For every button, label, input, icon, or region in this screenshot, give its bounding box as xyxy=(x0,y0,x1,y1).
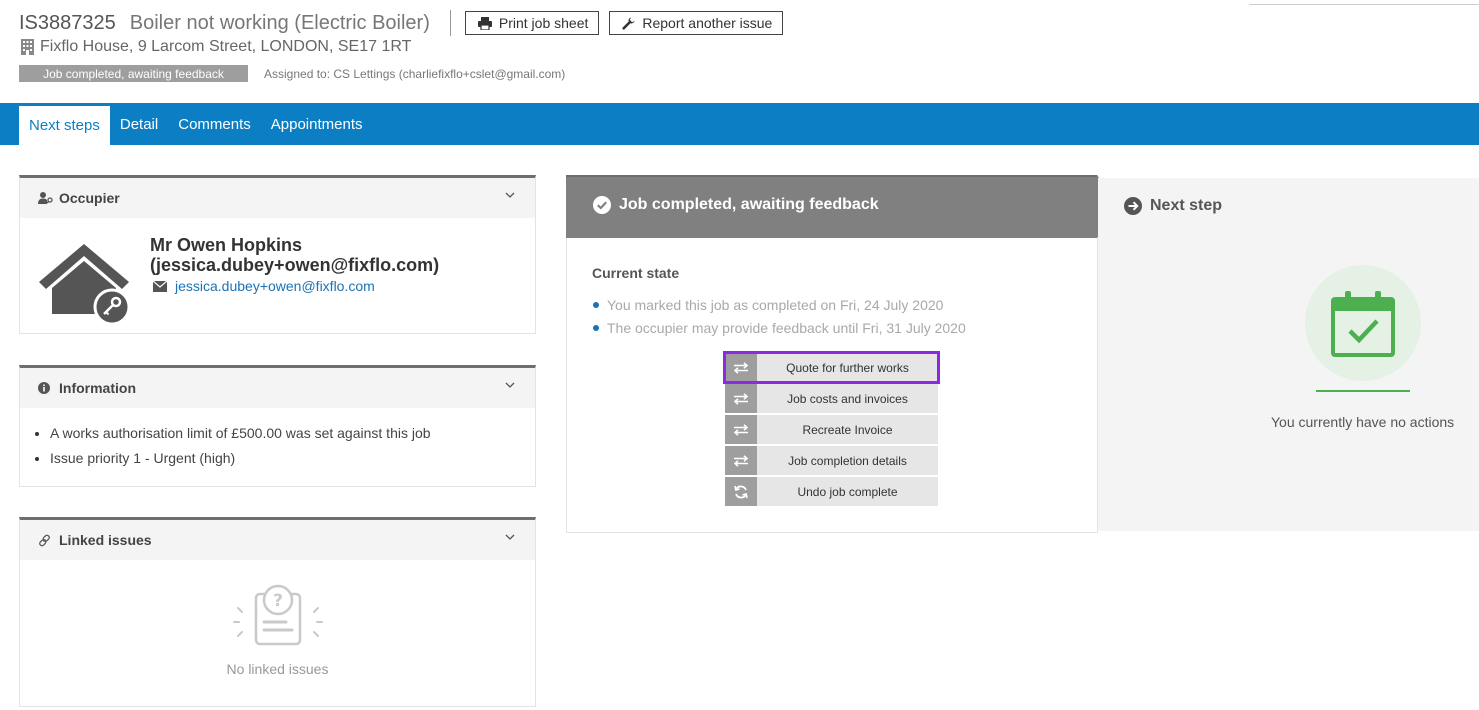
info-icon xyxy=(38,382,54,394)
issue-reference: IS3887325 xyxy=(19,11,116,34)
state-title: Job completed, awaiting feedback xyxy=(619,196,879,213)
linked-issues-panel-body: ? No linked issues xyxy=(20,560,535,706)
swap-icon xyxy=(725,384,757,413)
information-panel-header[interactable]: Information xyxy=(20,368,535,408)
tab-detail[interactable]: Detail xyxy=(110,103,168,145)
envelope-icon xyxy=(153,280,167,292)
user-key-icon xyxy=(38,192,54,204)
current-state-label: Current state xyxy=(592,265,680,281)
report-another-issue-label: Report another issue xyxy=(642,15,773,31)
no-linked-issues-text: No linked issues xyxy=(226,661,329,677)
question-clipboard-icon: ? xyxy=(233,584,323,646)
current-state-list: You marked this job as completed on Fri,… xyxy=(593,293,966,339)
property-address: Fixflo House, 9 Larcom Street, LONDON, S… xyxy=(21,38,411,56)
no-actions-text-wrap: You currently have no actions xyxy=(1098,414,1479,430)
current-state-item: You marked this job as completed on Fri,… xyxy=(593,293,966,316)
next-step-divider xyxy=(1316,390,1410,392)
information-panel-body: A works authorisation limit of £500.00 w… xyxy=(20,408,535,486)
linked-issues-panel-title: Linked issues xyxy=(59,532,152,548)
svg-text:?: ? xyxy=(273,591,283,611)
current-state-item-text: You marked this job as completed on Fri,… xyxy=(607,296,944,313)
tab-bar: Next steps Detail Comments Appointments xyxy=(0,103,1479,145)
action-label: Job costs and invoices xyxy=(757,384,938,413)
chevron-down-icon xyxy=(505,382,515,388)
chevron-down-icon xyxy=(505,192,515,198)
information-item: A works authorisation limit of £500.00 w… xyxy=(50,425,535,441)
calendar-check-badge xyxy=(1305,265,1421,381)
action-label: Quote for further works xyxy=(757,353,938,382)
bullet-dot xyxy=(593,324,599,331)
undo-job-complete-button[interactable]: Undo job complete xyxy=(725,477,938,506)
refresh-icon xyxy=(725,477,757,506)
report-another-issue-button[interactable]: Report another issue xyxy=(609,11,784,35)
chevron-down-icon xyxy=(505,534,515,540)
swap-icon xyxy=(725,446,757,475)
printer-icon xyxy=(477,16,492,30)
bullet-dot xyxy=(593,301,599,308)
state-actions: Quote for further works Job costs and in… xyxy=(723,351,940,508)
information-panel: Information A works authorisation limit … xyxy=(19,365,536,487)
information-list: A works authorisation limit of £500.00 w… xyxy=(50,425,535,466)
occupier-email-row: jessica.dubey+owen@fixflo.com xyxy=(153,278,375,294)
occupier-panel-body: Mr Owen Hopkins (jessica.dubey+owen@fixf… xyxy=(20,218,535,333)
action-label: Recreate Invoice xyxy=(757,415,938,444)
job-costs-and-invoices-button[interactable]: Job costs and invoices xyxy=(725,384,938,413)
recreate-invoice-button[interactable]: Recreate Invoice xyxy=(725,415,938,444)
state-header: Job completed, awaiting feedback xyxy=(593,196,879,214)
next-step-header: Next step xyxy=(1124,197,1222,215)
tab-appointments[interactable]: Appointments xyxy=(261,103,373,145)
next-step-title: Next step xyxy=(1150,197,1223,214)
check-circle-icon xyxy=(593,196,611,214)
tab-comments[interactable]: Comments xyxy=(168,103,261,145)
header-separator xyxy=(449,10,451,36)
swap-icon xyxy=(725,353,757,382)
building-icon xyxy=(21,39,34,55)
occupier-panel-header[interactable]: Occupier xyxy=(20,178,535,218)
no-actions-text: You currently have no actions xyxy=(1271,414,1455,430)
current-state-item-text: The occupier may provide feedback until … xyxy=(607,319,966,336)
status-badge: Job completed, awaiting feedback xyxy=(19,65,248,82)
swap-icon xyxy=(725,415,757,444)
action-label: Job completion details xyxy=(757,446,938,475)
wrench-icon xyxy=(622,17,635,30)
current-state-item: The occupier may provide feedback until … xyxy=(593,316,966,339)
occupier-panel: Occupier Mr Owen Hopkins (jessica.dubey+… xyxy=(19,175,536,334)
top-divider xyxy=(1249,4,1479,5)
occupier-email-link[interactable]: jessica.dubey+owen@fixflo.com xyxy=(175,278,375,294)
calendar-check-icon xyxy=(1331,291,1395,357)
status-row: Job completed, awaiting feedback Assigne… xyxy=(19,65,565,82)
linked-issues-panel-header[interactable]: Linked issues xyxy=(20,520,535,560)
information-item: Issue priority 1 - Urgent (high) xyxy=(50,450,535,466)
quote-for-further-works-button[interactable]: Quote for further works xyxy=(723,351,940,384)
issue-header: IS3887325 Boiler not working (Electric B… xyxy=(19,10,793,36)
issue-title: Boiler not working (Electric Boiler) xyxy=(129,11,430,34)
link-icon xyxy=(38,534,54,547)
print-job-sheet-label: Print job sheet xyxy=(498,15,589,31)
next-step-panel xyxy=(1098,178,1479,531)
action-label: Undo job complete xyxy=(757,477,938,506)
occupier-name: Mr Owen Hopkins (jessica.dubey+owen@fixf… xyxy=(150,235,440,275)
arrow-circle-right-icon xyxy=(1124,197,1142,215)
job-completion-details-button[interactable]: Job completion details xyxy=(725,446,938,475)
linked-issues-panel: Linked issues ? No linked issues xyxy=(19,517,536,707)
house-key-icon xyxy=(39,244,130,324)
occupier-panel-title: Occupier xyxy=(59,190,120,206)
information-panel-title: Information xyxy=(59,380,136,396)
address-text: Fixflo House, 9 Larcom Street, LONDON, S… xyxy=(40,38,412,55)
assigned-to: Assigned to: CS Lettings (charliefixflo+… xyxy=(264,66,566,81)
print-job-sheet-button[interactable]: Print job sheet xyxy=(464,11,600,35)
tab-next-steps[interactable]: Next steps xyxy=(19,106,110,145)
